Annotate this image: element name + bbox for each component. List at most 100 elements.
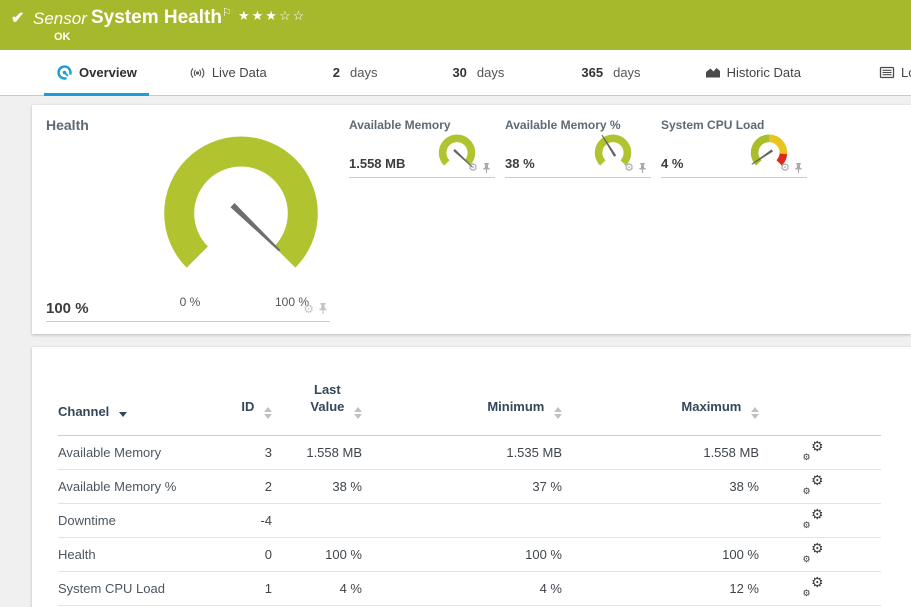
column-header-maximum[interactable]: Maximum (578, 347, 775, 436)
last-value-cell: 38 % (288, 470, 378, 504)
column-header-value-label: Value (310, 399, 344, 414)
available-memory-pct-value: 38 % (505, 156, 535, 171)
minimum-cell (378, 504, 578, 538)
object-kind-label: Sensor (33, 9, 87, 29)
gauge-settings-gear-icon[interactable]: ⚙ (780, 163, 790, 174)
column-header-minimum[interactable]: Minimum (378, 347, 578, 436)
sensor-status-badge: OK (54, 31, 71, 43)
edit-channel-gears-icon[interactable]: ⚙⚙ (803, 477, 824, 494)
prtg-sensor-page: ✔ Sensor System Health ⚐ ★★★☆☆ OK Overvi… (0, 0, 911, 597)
pin-icon[interactable] (638, 162, 647, 174)
table-row: Available Memory % 2 38 % 37 % 38 % ⚙⚙ (58, 470, 881, 504)
sort-icon (554, 407, 562, 419)
area-chart-icon (705, 65, 721, 80)
tab-bar: Overview Live Data 2 days 30 days 365 da… (0, 50, 911, 96)
column-header-channel-label: Channel (58, 404, 109, 419)
pin-icon[interactable] (318, 302, 328, 315)
column-header-last-value[interactable]: Last Value (288, 347, 378, 436)
edit-channel-gears-icon[interactable]: ⚙⚙ (803, 545, 824, 562)
gauge-settings-gear-icon[interactable]: ⚙ (468, 163, 478, 174)
last-value-cell: 1.558 MB (288, 436, 378, 470)
last-value-cell (288, 504, 378, 538)
table-row: Downtime -4 ⚙⚙ (58, 504, 881, 538)
column-header-last-label: Last (314, 382, 341, 397)
channel-table-panel: Channel ID Last Value Minimum (32, 347, 911, 607)
column-header-id-label: ID (241, 399, 254, 414)
health-gauge (150, 127, 332, 287)
minimum-cell: 37 % (378, 470, 578, 504)
edit-channel-gears-icon[interactable]: ⚙⚙ (803, 579, 824, 596)
tab-overview[interactable]: Overview (44, 50, 149, 95)
tab-30-days-number: 30 (452, 65, 466, 80)
tab-30-days[interactable]: 30 days (440, 50, 516, 95)
available-memory-title: Available Memory (349, 118, 495, 132)
maximum-cell: 100 % (578, 538, 775, 572)
maximum-cell: 12 % (578, 572, 775, 606)
maximum-cell: 38 % (578, 470, 775, 504)
maximum-cell: 1.558 MB (578, 436, 775, 470)
status-ok-check-icon: ✔ (11, 8, 24, 28)
tab-365-days[interactable]: 365 days (569, 50, 652, 95)
stars-filled: ★★★ (238, 8, 279, 23)
minimum-cell: 4 % (378, 572, 578, 606)
system-cpu-load-value: 4 % (661, 156, 683, 171)
tab-2-days-number: 2 (333, 65, 340, 80)
tab-30-days-label: days (477, 65, 504, 80)
available-memory-value: 1.558 MB (349, 156, 405, 171)
gauge-settings-gear-icon[interactable]: ⚙ (624, 163, 634, 174)
tab-log-label: Log (901, 65, 911, 80)
health-gauge-scale-min: 0 % (168, 295, 212, 309)
channel-table: Channel ID Last Value Minimum (58, 347, 881, 606)
flag-icon[interactable]: ⚐ (222, 6, 232, 19)
channel-name-cell: Downtime (58, 504, 238, 538)
column-header-id[interactable]: ID (238, 347, 288, 436)
available-memory-gauge-widget: Available Memory 1.558 MB ⚙ (349, 118, 495, 178)
table-row: System CPU Load 1 4 % 4 % 12 % ⚙⚙ (58, 572, 881, 606)
channel-id-cell: 0 (238, 538, 288, 572)
tab-live-data[interactable]: Live Data (177, 50, 279, 95)
sensor-title: System Health (91, 7, 222, 29)
channel-name-cell: System CPU Load (58, 572, 238, 606)
channel-name-cell: Available Memory % (58, 470, 238, 504)
sensor-header: ✔ Sensor System Health ⚐ ★★★☆☆ OK (0, 0, 911, 50)
system-cpu-load-title: System CPU Load (661, 118, 807, 132)
maximum-cell (578, 504, 775, 538)
last-value-cell: 4 % (288, 572, 378, 606)
priority-stars[interactable]: ★★★☆☆ (238, 8, 306, 24)
log-icon (879, 65, 895, 80)
gauges-panel: Health 0 % 100 % 100 % ⚙ Available Memor… (32, 105, 911, 334)
channel-name-cell: Available Memory (58, 436, 238, 470)
broadcast-icon (189, 65, 206, 81)
health-gauge-value: 100 % (46, 300, 89, 317)
gauge-icon (56, 64, 73, 81)
sort-icon (264, 407, 272, 419)
system-cpu-load-gauge-widget: System CPU Load 4 % ⚙ (661, 118, 807, 178)
tab-2-days-label: days (350, 65, 377, 80)
pin-icon[interactable] (482, 162, 491, 174)
channel-name-cell: Health (58, 538, 238, 572)
minimum-cell: 1.535 MB (378, 436, 578, 470)
tab-log[interactable]: Log (867, 50, 911, 95)
table-row: Available Memory 3 1.558 MB 1.535 MB 1.5… (58, 436, 881, 470)
available-memory-pct-title: Available Memory % (505, 118, 651, 132)
tab-overview-label: Overview (79, 65, 137, 80)
table-row: Health 0 100 % 100 % 100 % ⚙⚙ (58, 538, 881, 572)
stars-empty: ☆☆ (279, 8, 306, 23)
gauge-settings-gear-icon[interactable]: ⚙ (303, 303, 314, 315)
edit-channel-gears-icon[interactable]: ⚙⚙ (803, 443, 824, 460)
tab-live-data-label: Live Data (212, 65, 267, 80)
pin-icon[interactable] (794, 162, 803, 174)
tab-2-days[interactable]: 2 days (321, 50, 390, 95)
channel-id-cell: 2 (238, 470, 288, 504)
tab-historic-data[interactable]: Historic Data (693, 50, 813, 95)
available-memory-pct-gauge-widget: Available Memory % 38 % ⚙ (505, 118, 651, 178)
edit-channel-gears-icon[interactable]: ⚙⚙ (803, 511, 824, 528)
tab-365-days-label: days (613, 65, 640, 80)
minimum-cell: 100 % (378, 538, 578, 572)
column-header-channel[interactable]: Channel (58, 347, 238, 436)
channel-id-cell: -4 (238, 504, 288, 538)
column-header-maximum-label: Maximum (681, 399, 741, 414)
sort-desc-icon (119, 412, 127, 417)
health-gauge-needle (230, 203, 281, 253)
health-gauge-widget: Health 0 % 100 % 100 % ⚙ (46, 117, 330, 322)
